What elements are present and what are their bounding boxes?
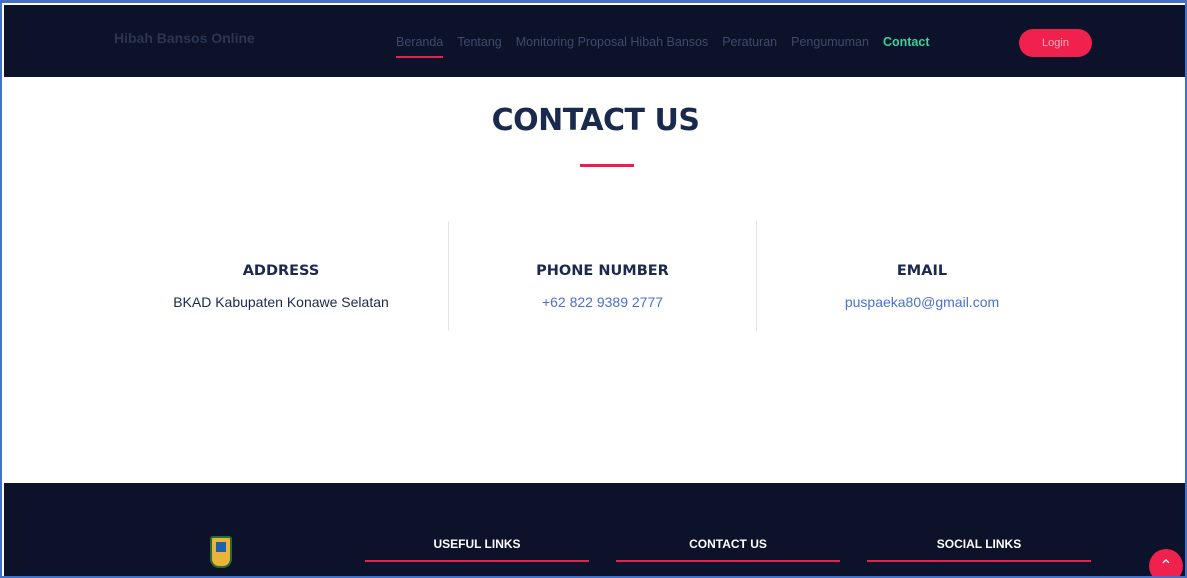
back-to-top-button[interactable]: ⌃ — [1149, 549, 1183, 576]
address-block: ADDRESS BKAD Kabupaten Konawe Selatan — [114, 221, 448, 331]
footer-contact-heading: CONTACT US — [689, 537, 767, 551]
footer — [4, 483, 1185, 576]
title-underline — [580, 164, 634, 167]
nav-beranda[interactable]: Beranda — [396, 35, 444, 58]
chevron-up-icon: ⌃ — [1159, 558, 1173, 575]
nav-contact[interactable]: Contact — [883, 35, 930, 49]
footer-social-heading: SOCIAL LINKS — [936, 537, 1022, 551]
footer-divider — [616, 560, 840, 562]
nav-pengumuman[interactable]: Pengumuman — [791, 35, 869, 49]
email-heading: EMAIL — [896, 263, 948, 279]
login-button[interactable]: Login — [1019, 29, 1092, 57]
address-value: BKAD Kabupaten Konawe Selatan — [173, 294, 389, 310]
contact-title: CONTACT US — [491, 103, 700, 138]
email-link[interactable]: puspaeka80@gmail.com — [757, 294, 1087, 310]
address-heading: ADDRESS — [242, 263, 320, 279]
footer-useful-links-heading: USEFUL LINKS — [433, 537, 521, 551]
brand-name[interactable]: Hibah Bansos Online — [114, 30, 255, 46]
email-block: EMAIL puspaeka80@gmail.com — [757, 221, 1087, 331]
phone-link[interactable]: +62 822 9389 2777 — [449, 294, 756, 310]
nav-peraturan[interactable]: Peraturan — [722, 35, 777, 49]
footer-divider — [867, 560, 1091, 562]
page-frame: Hibah Bansos Online Beranda Tentang Moni… — [0, 0, 1187, 578]
nav-monitoring[interactable]: Monitoring Proposal Hibah Bansos — [516, 35, 708, 49]
phone-heading: PHONE NUMBER — [536, 263, 669, 279]
nav-tentang[interactable]: Tentang — [457, 35, 501, 49]
regency-emblem-icon — [210, 536, 232, 568]
phone-block: PHONE NUMBER +62 822 9389 2777 — [449, 221, 756, 331]
main-nav: Beranda Tentang Monitoring Proposal Hiba… — [396, 35, 943, 58]
footer-divider — [365, 560, 589, 562]
